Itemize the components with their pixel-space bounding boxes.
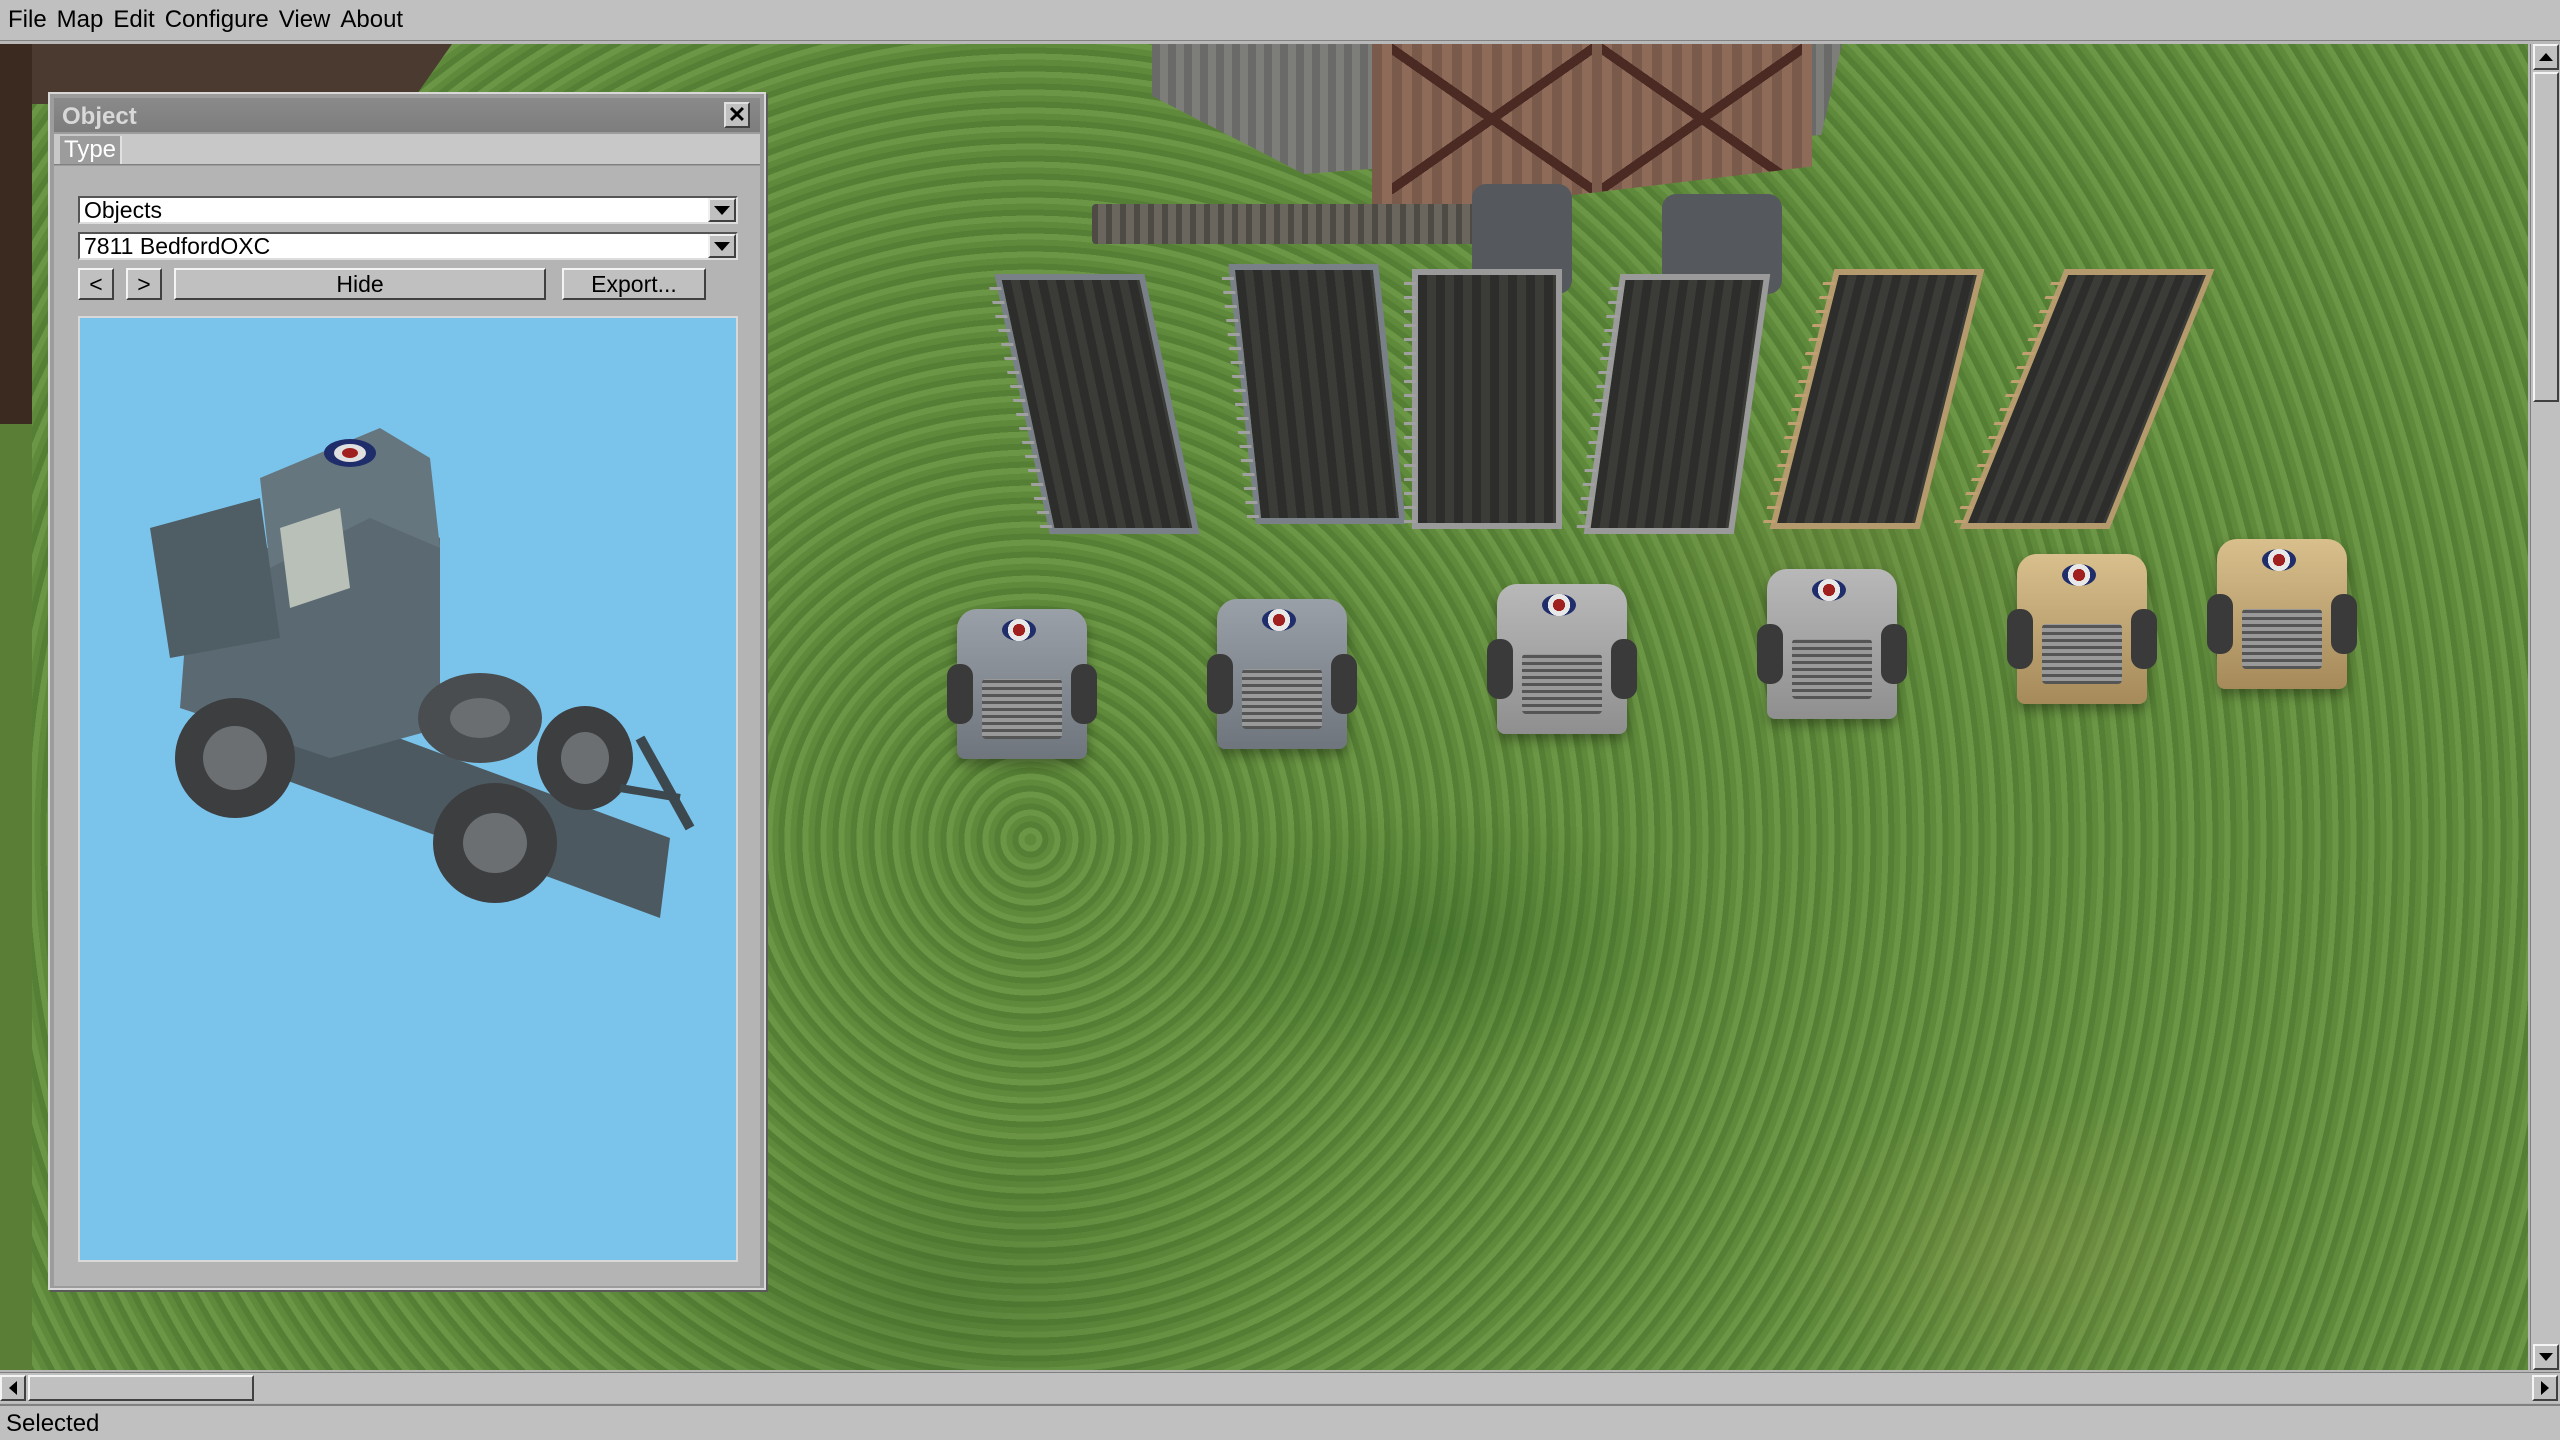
object-window-titlebar[interactable]: Object ✕	[54, 98, 760, 132]
map-object-trailer-3[interactable]	[1404, 269, 1562, 529]
menu-about[interactable]: About	[340, 4, 403, 36]
wheel	[1757, 624, 1783, 684]
map-object-trailer-4[interactable]	[1583, 274, 1771, 534]
scroll-right-icon[interactable]	[2532, 1375, 2558, 1401]
left-edge-ground	[0, 424, 32, 1370]
menu-configure[interactable]: Configure	[165, 4, 269, 36]
wheel	[1071, 664, 1097, 724]
wheel	[947, 664, 973, 724]
object-window-tabs: Type	[54, 134, 760, 165]
tractor-grille	[982, 679, 1062, 739]
raf-roundel-icon	[2262, 549, 2296, 571]
map-object-trailer-2[interactable]	[1228, 264, 1406, 524]
object-preview[interactable]	[78, 316, 738, 1262]
tractor-grille	[2242, 609, 2322, 669]
left-edge-shadow	[0, 44, 32, 424]
wheel	[1611, 639, 1637, 699]
menu-bar: File Map Edit Configure View About	[0, 0, 2560, 41]
object-window-body: Objects 7811 BedfordOXC < > Hide Export.…	[54, 166, 760, 1286]
bedford-tractor-preview-model	[150, 428, 695, 918]
map-object-trailer-5[interactable]	[1769, 269, 1985, 529]
object-window: Object ✕ Type Objects 7811 BedfordOXC < …	[48, 92, 766, 1290]
raf-roundel-icon	[1262, 609, 1296, 631]
horizontal-scroll-thumb[interactable]	[28, 1375, 254, 1401]
wheel	[2007, 609, 2033, 669]
object-select[interactable]: 7811 BedfordOXC	[78, 232, 738, 260]
menu-view[interactable]: View	[279, 4, 331, 36]
raf-roundel-icon	[1542, 594, 1576, 616]
raf-roundel-icon	[2062, 564, 2096, 586]
map-object-tractor-6[interactable]	[2207, 539, 2357, 689]
dropdown-arrow-icon[interactable]	[708, 198, 736, 222]
wheel	[1207, 654, 1233, 714]
close-icon: ✕	[727, 102, 747, 127]
tractor-grille	[1522, 654, 1602, 714]
category-select[interactable]: Objects	[78, 196, 738, 224]
tractor-grille	[1242, 669, 1322, 729]
map-object-tractor-5[interactable]	[2007, 554, 2157, 704]
export-button[interactable]: Export...	[562, 268, 706, 300]
menu-file[interactable]: File	[8, 4, 47, 36]
horizontal-scrollbar[interactable]	[0, 1372, 2560, 1403]
wheel	[1487, 639, 1513, 699]
map-object-truck-bg-1[interactable]	[1092, 204, 1492, 244]
next-object-button[interactable]: >	[126, 268, 162, 300]
map-object-trailer-1[interactable]	[994, 274, 1200, 534]
raf-roundel-icon	[1002, 619, 1036, 641]
wheel	[2331, 594, 2357, 654]
barn-doors	[1372, 44, 1812, 219]
previous-object-button[interactable]: <	[78, 268, 114, 300]
tractor-grille	[2042, 624, 2122, 684]
map-object-tractor-4[interactable]	[1757, 569, 1907, 719]
scroll-left-icon[interactable]	[0, 1375, 26, 1401]
dropdown-arrow-icon[interactable]	[708, 234, 736, 258]
map-object-tractor-2[interactable]	[1207, 599, 1357, 749]
map-object-trailer-6[interactable]	[1959, 269, 2215, 529]
hide-button[interactable]: Hide	[174, 268, 546, 300]
scroll-up-icon[interactable]	[2533, 44, 2559, 70]
menu-edit[interactable]: Edit	[113, 4, 154, 36]
map-object-tractor-3[interactable]	[1487, 584, 1637, 734]
tractor-grille	[1792, 639, 1872, 699]
vertical-scroll-thumb[interactable]	[2533, 72, 2559, 402]
category-select-value: Objects	[84, 197, 162, 223]
wheel	[1881, 624, 1907, 684]
map-object-tractor-1[interactable]	[947, 609, 1097, 759]
close-button[interactable]: ✕	[724, 102, 750, 128]
scroll-down-icon[interactable]	[2533, 1344, 2559, 1370]
wheel	[2207, 594, 2233, 654]
tab-type[interactable]: Type	[60, 136, 123, 164]
wheel	[2131, 609, 2157, 669]
object-window-title: Object	[62, 103, 137, 130]
object-select-value: 7811 BedfordOXC	[84, 233, 271, 259]
status-bar: Selected	[0, 1404, 2560, 1440]
vertical-scrollbar[interactable]	[2530, 44, 2560, 1370]
status-text: Selected	[6, 1410, 100, 1437]
raf-roundel-icon	[1812, 579, 1846, 601]
left-edge-strip	[0, 44, 33, 1370]
wheel	[1331, 654, 1357, 714]
menu-map[interactable]: Map	[57, 4, 104, 36]
